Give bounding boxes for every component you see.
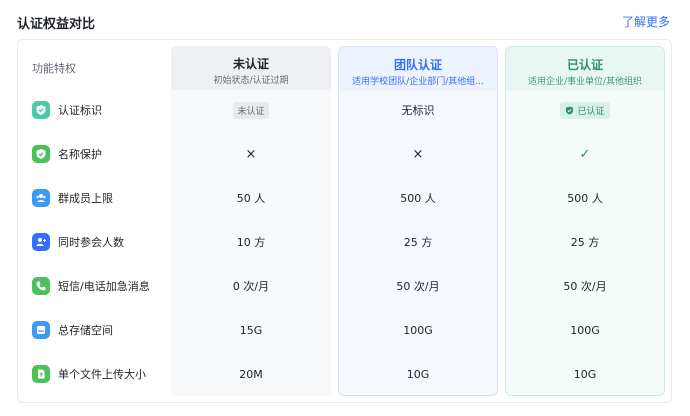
value-cell: 15G (239, 323, 263, 337)
user-add-icon (32, 233, 50, 251)
plan-name: 已认证 (566, 58, 603, 72)
value-cell: 50 次/月 (563, 280, 607, 293)
value-cell: 0 次/月 (232, 280, 270, 293)
value-cell: 10G (406, 367, 430, 381)
feature-cell: 认证标识 (32, 101, 102, 119)
value-cell: 500 人 (567, 192, 603, 205)
verified-badge-label: 已认证 (577, 106, 605, 117)
value-cell: 未认证 (171, 90, 331, 130)
table-row: 总存储空间 15G 100G 100G (18, 310, 671, 350)
value-cell: 50 人 (236, 192, 266, 205)
table-row: 群成员上限 50 人 500 人 500 人 (18, 178, 671, 218)
phone-icon (32, 277, 50, 295)
storage-icon (32, 321, 50, 339)
plan-header-team: 团队认证 适用学校团队/企业部门/其他组... (339, 47, 497, 91)
status-badge: 未认证 (233, 101, 269, 119)
feature-label: 群成员上限 (58, 192, 113, 205)
plan-name: 团队认证 (393, 58, 442, 72)
value-cell: 50 次/月 (396, 280, 440, 293)
comparison-table: 功能特权 未认证 初始状态/认证过期 团队认证 适用学校团队/企业部门/其他组.… (17, 39, 672, 403)
feature-cell: 群成员上限 (32, 189, 113, 207)
value-cell: 无标识 (401, 104, 435, 117)
feature-cell: 名称保护 (32, 145, 102, 163)
shield-icon (32, 145, 50, 163)
check-mark: ✓ (579, 146, 591, 162)
value-cell: 25 方 (403, 236, 433, 249)
feature-label: 同时参会人数 (58, 236, 124, 249)
plan-desc: 适用企业/事业单位/其他组织 (527, 77, 643, 87)
page-title: 认证权益对比 (17, 17, 96, 32)
feature-label: 单个文件上传大小 (58, 368, 146, 381)
feature-label: 短信/电话加急消息 (58, 280, 150, 293)
header: 认证权益对比 了解更多 (17, 10, 670, 32)
table-row: 同时参会人数 10 方 25 方 25 方 (18, 222, 671, 262)
page: 认证权益对比 了解更多 功能特权 未认证 初始状态/认证过期 团队认证 适用学校… (0, 0, 690, 416)
feature-label: 总存储空间 (58, 324, 113, 337)
value-cell: 100G (403, 323, 433, 337)
value-cell: 已认证 (505, 90, 665, 130)
feature-label: 认证标识 (58, 104, 102, 117)
shield-check-icon (32, 101, 50, 119)
feature-cell: 总存储空间 (32, 321, 113, 339)
value-cell: 100G (570, 323, 600, 337)
table-row: 认证标识 未认证 无标识 已认证 (18, 90, 671, 130)
feature-column-header: 功能特权 (32, 62, 76, 75)
table-row: 短信/电话加急消息 0 次/月 50 次/月 50 次/月 (18, 266, 671, 306)
plan-header-verified: 已认证 适用企业/事业单位/其他组织 (506, 47, 664, 91)
feature-cell: 短信/电话加急消息 (32, 277, 150, 295)
verified-badge: 已认证 (560, 101, 610, 119)
table-row: 单个文件上传大小 20M 10G 10G (18, 354, 671, 394)
learn-more-link[interactable]: 了解更多 (622, 13, 670, 30)
cross-mark: × (412, 146, 424, 162)
value-cell: 10G (573, 367, 597, 381)
value-cell: 20M (239, 367, 263, 381)
file-upload-icon (32, 365, 50, 383)
feature-cell: 同时参会人数 (32, 233, 124, 251)
plan-desc: 适用学校团队/企业部门/其他组... (352, 77, 484, 87)
shield-check-icon (566, 105, 574, 115)
plan-header-unverified: 未认证 初始状态/认证过期 (171, 46, 331, 90)
plan-name: 未认证 (232, 57, 269, 71)
value-cell: 10 方 (236, 236, 266, 249)
feature-cell: 单个文件上传大小 (32, 365, 146, 383)
feature-label: 名称保护 (58, 148, 102, 161)
plan-desc: 初始状态/认证过期 (213, 76, 289, 86)
value-cell: 500 人 (400, 192, 436, 205)
cross-mark: × (245, 146, 257, 162)
table-row: 名称保护 × × ✓ (18, 134, 671, 174)
group-icon (32, 189, 50, 207)
value-cell: 25 方 (570, 236, 600, 249)
